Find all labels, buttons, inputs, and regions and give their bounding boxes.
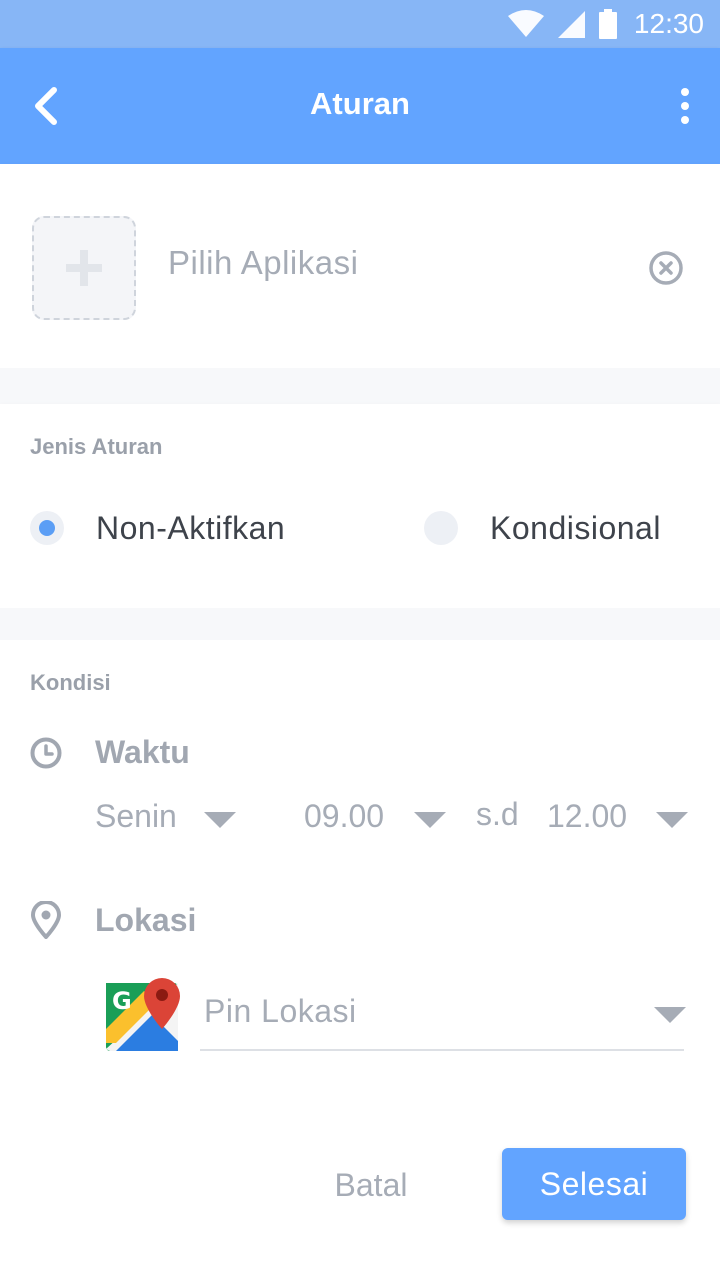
condition-label: Kondisi bbox=[30, 670, 111, 695]
start-time-chevron-down-icon[interactable] bbox=[414, 812, 446, 828]
add-app-button[interactable] bbox=[32, 216, 136, 320]
pin-location-dropdown[interactable]: Pin Lokasi bbox=[200, 965, 686, 1051]
day-dropdown[interactable]: Senin bbox=[95, 798, 177, 835]
location-pin-icon bbox=[31, 901, 61, 939]
battery-icon bbox=[598, 9, 617, 39]
location-title: Lokasi bbox=[95, 902, 197, 938]
app-select-placeholder[interactable]: Pilih Aplikasi bbox=[168, 244, 358, 282]
rule-type-label: Jenis Aturan bbox=[30, 434, 163, 459]
section-divider bbox=[0, 368, 720, 404]
more-vertical-icon bbox=[681, 88, 689, 96]
app-bar: Aturan bbox=[0, 48, 720, 164]
status-icons: 12:30 bbox=[507, 0, 704, 48]
radio-kondisional-label[interactable]: Kondisional bbox=[490, 510, 661, 547]
radio-selected-dot bbox=[39, 520, 55, 536]
radio-kondisional[interactable] bbox=[424, 511, 458, 545]
wifi-icon bbox=[507, 10, 544, 37]
done-button[interactable]: Selesai bbox=[502, 1148, 686, 1220]
app-select-card: Pilih Aplikasi bbox=[0, 164, 720, 368]
day-chevron-down-icon[interactable] bbox=[204, 812, 236, 828]
page-title: Aturan bbox=[310, 86, 410, 121]
cancel-button[interactable]: Batal bbox=[314, 1150, 428, 1220]
clear-app-button[interactable] bbox=[648, 250, 684, 286]
end-time-dropdown[interactable]: 12.00 bbox=[547, 798, 627, 835]
time-title: Waktu bbox=[95, 734, 190, 770]
time-separator: s.d bbox=[476, 796, 519, 832]
start-time-dropdown[interactable]: 09.00 bbox=[304, 798, 384, 835]
more-dot bbox=[681, 116, 689, 124]
more-dot bbox=[681, 102, 689, 110]
end-time-chevron-down-icon[interactable] bbox=[656, 812, 688, 828]
clock-icon bbox=[30, 737, 62, 769]
status-time: 12:30 bbox=[633, 8, 704, 39]
more-options-button[interactable] bbox=[670, 84, 700, 128]
close-circle-icon bbox=[649, 251, 683, 285]
radio-non-aktifkan-label[interactable]: Non-Aktifkan bbox=[96, 510, 285, 547]
svg-text:G: G bbox=[112, 987, 132, 1015]
section-divider bbox=[0, 608, 720, 640]
plus-icon bbox=[66, 250, 102, 286]
signal-icon bbox=[557, 11, 585, 38]
rule-type-card: Jenis Aturan Non-Aktifkan Kondisional bbox=[0, 404, 720, 608]
pin-location-placeholder: Pin Lokasi bbox=[204, 993, 357, 1029]
google-maps-icon: G bbox=[106, 978, 180, 1051]
pin-location-chevron-down-icon[interactable] bbox=[654, 1007, 686, 1023]
status-bar: 12:30 bbox=[0, 0, 720, 48]
radio-non-aktifkan[interactable] bbox=[30, 511, 64, 545]
